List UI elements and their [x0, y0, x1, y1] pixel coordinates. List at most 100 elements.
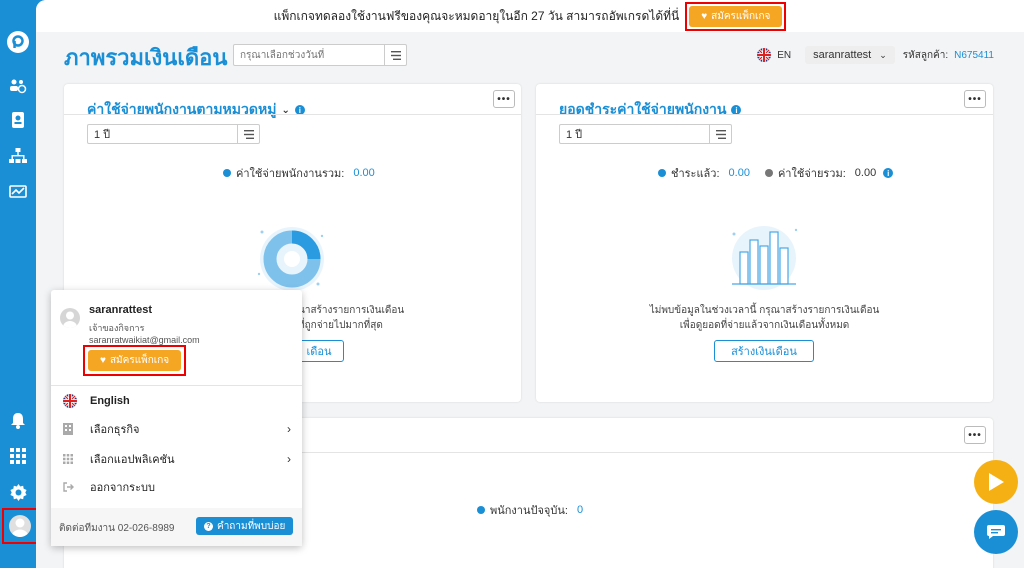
- red-highlight-box: ♥ สมัครแพ็กเกจ: [83, 345, 187, 376]
- more-dots-icon: •••: [497, 93, 511, 105]
- empty-bar-chart-illustration: [732, 226, 798, 290]
- total-expense-stat: ค่าใช้จ่ายพนักงานรวม: 0.00: [223, 164, 375, 182]
- question-icon: ?: [204, 521, 213, 531]
- chat-icon: [987, 525, 1005, 539]
- trial-banner: แพ็กเกจทดลองใช้งานฟรีของคุณจะหมดอายุในอี…: [36, 0, 1024, 32]
- period-select-value: 1 ปี: [566, 129, 583, 141]
- chat-button[interactable]: [974, 510, 1018, 554]
- total-cost-label: ค่าใช้จ่ายรวม:: [777, 168, 846, 180]
- empty-state-text: ไม่พบข้อมูลในช่วงเวลานี้ กรุณาสร้างรายกา…: [536, 303, 993, 333]
- legend-dot: [477, 506, 485, 514]
- menu-item-label: ออกจากระบบ: [90, 482, 155, 494]
- popup-subscribe-package-button[interactable]: ♥ สมัครแพ็กเกจ: [88, 350, 182, 371]
- total-expense-value: 0.00: [353, 167, 375, 179]
- org-chart-icon: [9, 148, 27, 163]
- sidebar-item-notifications[interactable]: [0, 406, 36, 434]
- period-select[interactable]: 1 ปี: [559, 124, 732, 144]
- profile-email: saranratwaikiat@gmail.com: [89, 335, 200, 345]
- sidebar-item-report[interactable]: [0, 178, 36, 206]
- current-employee-stat: พนักงานปัจจุบัน: 0: [477, 501, 583, 519]
- period-select[interactable]: 1 ปี: [87, 124, 260, 144]
- popup-footer: ติดต่อทีมงาน 02-026-8989 ? คำถามที่พบบ่อ…: [51, 508, 302, 546]
- expense-by-category-title: ค่าใช้จ่ายพนักงานตามหมวดหมู่: [87, 101, 277, 117]
- play-tutorial-button[interactable]: [974, 460, 1018, 504]
- period-select-value: 1 ปี: [94, 129, 111, 141]
- popup-subscribe-package-label: สมัครแพ็กเกจ: [109, 355, 170, 366]
- empty-state-line2: เพื่อดูยอดที่จ่ายแล้วจากเงินเดือนทั้งหมด: [679, 320, 850, 331]
- date-range-input[interactable]: [234, 45, 384, 65]
- current-employee-label: พนักงานปัจจุบัน:: [490, 505, 568, 517]
- faq-button[interactable]: ? คำถามที่พบบ่อย: [196, 517, 294, 535]
- avatar-icon: [63, 311, 77, 328]
- expense-payment-title: ยอดชำระค่าใช้จ่ายพนักงาน: [559, 101, 727, 117]
- payroll-icon: [10, 79, 27, 94]
- sidebar-item-organization[interactable]: [0, 142, 36, 170]
- current-employee-value: 0: [576, 504, 584, 516]
- period-select-menu-button[interactable]: [237, 124, 259, 144]
- uk-flag-icon: [757, 48, 772, 62]
- contact-team-text: ติดต่อทีมงาน 02-026-8989: [59, 523, 175, 534]
- card-more-button[interactable]: •••: [964, 90, 986, 108]
- trial-banner-text: แพ็กเกจทดลองใช้งานฟรีของคุณจะหมดอายุในอี…: [273, 8, 680, 23]
- more-dots-icon: •••: [968, 429, 982, 441]
- sidebar-item-apps[interactable]: [0, 442, 36, 470]
- language-code[interactable]: EN: [777, 50, 791, 61]
- menu-item-label: English: [90, 395, 130, 407]
- play-icon: [989, 473, 1004, 491]
- profile-popup-menu: saranrattest เจ้าของกิจการ saranratwaiki…: [51, 290, 302, 546]
- create-payroll-button[interactable]: สร้างเงินเดือน: [714, 340, 814, 362]
- sidebar-item-employee[interactable]: [0, 106, 36, 134]
- menu-lines-icon: [390, 50, 401, 60]
- grid-icon: [63, 454, 79, 464]
- profile-name: saranrattest: [89, 304, 152, 316]
- popup-divider: [51, 385, 302, 386]
- chevron-right-icon: ›: [287, 422, 291, 436]
- period-select-menu-button[interactable]: [709, 124, 731, 144]
- date-range-picker[interactable]: [233, 44, 407, 66]
- menu-lines-icon: [243, 129, 254, 139]
- menu-item-select-application[interactable]: เลือกแอปพลิเคชัน ›: [63, 449, 291, 469]
- banner-button-highlight: ♥ สมัครแพ็กเกจ: [685, 1, 787, 31]
- sidebar-item-payroll[interactable]: [0, 72, 36, 100]
- subscribe-package-label: สมัครแพ็กเกจ: [711, 10, 771, 22]
- menu-item-language[interactable]: English: [63, 391, 291, 411]
- expense-by-category-title-row[interactable]: ค่าใช้จ่ายพนักงานตามหมวดหมู่ ⌄ i: [87, 99, 305, 121]
- header-right: EN saranrattest ⌄ รหัสลูกค้า: N675411: [757, 46, 994, 64]
- menu-item-select-business[interactable]: เลือกธุรกิจ ›: [63, 419, 291, 439]
- uk-flag-icon: [63, 394, 79, 408]
- avatar-icon: [12, 518, 28, 537]
- bell-icon: [11, 412, 25, 429]
- card-divider: [536, 114, 993, 115]
- legend-dot-total: [764, 169, 773, 177]
- customer-code-value: N675411: [954, 49, 994, 61]
- logo-icon: [12, 35, 24, 48]
- menu-item-logout[interactable]: ออกจากระบบ: [63, 477, 291, 497]
- empty-state-line1: นาสร้างรายการเงินเดือน: [298, 305, 405, 316]
- profile-role: เจ้าของกิจการ: [89, 323, 145, 333]
- expense-payment-title-row: ยอดชำระค่าใช้จ่ายพนักงาน i: [559, 99, 742, 121]
- sidebar: [0, 0, 38, 568]
- info-icon[interactable]: i: [883, 168, 894, 178]
- payment-stats: ชำระแล้ว: 0.00 ค่าใช้จ่ายรวม: 0.00 i: [658, 164, 894, 182]
- menu-lines-icon: [715, 129, 726, 139]
- sidebar-item-settings[interactable]: [0, 478, 36, 506]
- total-cost-value: 0.00: [854, 167, 877, 179]
- paid-label: ชำระแล้ว:: [671, 168, 720, 180]
- app-logo[interactable]: [7, 31, 29, 53]
- user-dropdown[interactable]: saranrattest ⌄: [805, 46, 895, 64]
- customer-code-label: รหัสลูกค้า:: [902, 49, 949, 61]
- employee-card-icon: [12, 112, 24, 128]
- chevron-down-icon: ⌄: [879, 49, 887, 60]
- menu-item-label: เลือกธุรกิจ: [90, 424, 140, 436]
- empty-state-text: นาสร้างรายการเงินเดือน ที่ถูกจ่ายไปมากที…: [298, 303, 404, 333]
- paid-value: 0.00: [728, 167, 750, 179]
- card-more-button[interactable]: •••: [493, 90, 515, 108]
- profile-avatar-button[interactable]: [9, 515, 31, 537]
- date-range-menu-button[interactable]: [384, 45, 406, 65]
- card-more-button[interactable]: •••: [964, 426, 986, 444]
- logout-icon: [63, 482, 79, 492]
- subscribe-package-button[interactable]: ♥ สมัครแพ็กเกจ: [689, 5, 783, 27]
- avatar: [60, 308, 80, 328]
- empty-donut-illustration: [257, 227, 324, 291]
- menu-item-label: เลือกแอปพลิเคชัน: [90, 454, 175, 466]
